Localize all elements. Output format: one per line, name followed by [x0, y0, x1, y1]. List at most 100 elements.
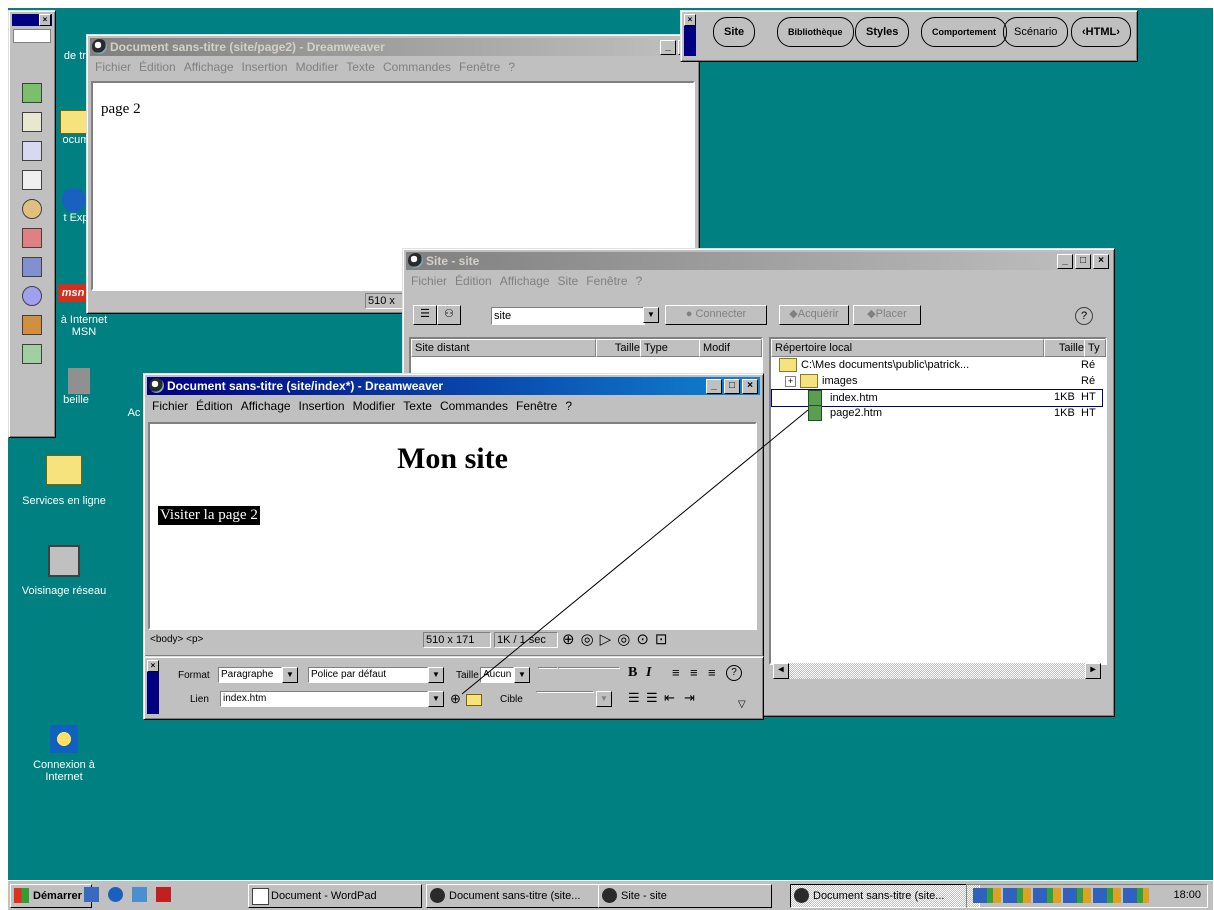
expand-arrow-icon[interactable]: ▽: [738, 699, 746, 710]
menu-fichier[interactable]: Fichier: [411, 274, 447, 288]
close-button[interactable]: ×: [1093, 254, 1109, 269]
align-right-icon[interactable]: ≡: [708, 665, 716, 680]
document-canvas[interactable]: Mon site Visiter la page 2: [148, 422, 757, 630]
column-header-local[interactable]: Répertoire local: [771, 339, 1044, 357]
library-mini-icon[interactable]: ◎: [581, 631, 600, 648]
html-mini-icon[interactable]: ⊡: [655, 631, 674, 648]
menu-insertion[interactable]: Insertion: [299, 399, 345, 413]
file-row-page2[interactable]: page2.htm: [771, 405, 1071, 422]
ordered-list-icon[interactable]: ☰: [646, 690, 658, 706]
site-files-view-button[interactable]: ☰: [413, 305, 437, 325]
point-to-file-icon[interactable]: ⊕: [450, 691, 461, 707]
menu-help[interactable]: ?: [508, 60, 515, 74]
launcher-behaviors-button[interactable]: Comportement: [921, 17, 1008, 47]
close-button[interactable]: ×: [742, 379, 758, 394]
minimize-button[interactable]: _: [660, 40, 676, 55]
styles-mini-icon[interactable]: ▷: [600, 631, 618, 648]
maximize-button[interactable]: □: [1075, 254, 1091, 269]
column-header-type[interactable]: Type: [640, 339, 700, 357]
menu-commandes[interactable]: Commandes: [383, 60, 451, 74]
color-swatch[interactable]: [538, 667, 558, 669]
behaviors-mini-icon[interactable]: ◎: [617, 631, 636, 648]
launcher-timeline-button[interactable]: Scénario: [1003, 17, 1069, 47]
help-icon[interactable]: ?: [726, 665, 742, 681]
close-icon[interactable]: ×: [147, 660, 159, 672]
help-button[interactable]: ?: [1075, 307, 1093, 325]
table-icon[interactable]: [22, 112, 42, 132]
taskbar-button-doc-page2[interactable]: Document sans-titre (site...: [426, 884, 616, 908]
taskbar-button-doc-index[interactable]: Document sans-titre (site...: [790, 884, 980, 908]
menu-help[interactable]: ?: [636, 274, 643, 288]
timeline-mini-icon[interactable]: ⊙: [636, 631, 655, 648]
menu-commandes[interactable]: Commandes: [440, 399, 508, 413]
menu-modifier[interactable]: Modifier: [296, 60, 339, 74]
unordered-list-icon[interactable]: ☰: [628, 690, 640, 706]
menu-affichage[interactable]: Affichage: [184, 60, 234, 74]
menu-insertion[interactable]: Insertion: [242, 60, 288, 74]
menu-fichier[interactable]: Fichier: [152, 399, 188, 413]
titlebar[interactable]: Site - site: [406, 252, 1111, 270]
titlebar[interactable]: Document sans-titre (site/index*) - Drea…: [147, 377, 760, 395]
get-button[interactable]: ◆Acquérir: [779, 305, 849, 325]
menu-edition[interactable]: Édition: [455, 274, 492, 288]
internet-explorer-icon[interactable]: [108, 887, 123, 902]
menu-edition[interactable]: Édition: [139, 60, 176, 74]
italic-button[interactable]: I: [646, 665, 651, 681]
image-icon[interactable]: [22, 83, 42, 103]
menu-help[interactable]: ?: [565, 399, 572, 413]
titlebar[interactable]: Document sans-titre (site/page2) - Dream…: [90, 38, 696, 56]
menu-affichage[interactable]: Affichage: [500, 274, 550, 288]
minimize-button[interactable]: _: [1057, 254, 1073, 269]
local-files-pane[interactable]: Répertoire local Taille Ty C:\Mes docume…: [769, 337, 1107, 665]
frame-icon[interactable]: [22, 170, 42, 190]
file-row-root[interactable]: C:\Mes documents\public\patrick...: [779, 357, 1099, 373]
column-header-type[interactable]: Ty: [1084, 339, 1106, 357]
close-icon[interactable]: ×: [684, 14, 696, 26]
menu-fichier[interactable]: Fichier: [95, 60, 131, 74]
launcher-html-button[interactable]: ‹HTML›: [1071, 17, 1131, 47]
outlook-express-icon[interactable]: [84, 887, 99, 902]
java-applet-icon[interactable]: [22, 199, 42, 219]
layer-icon[interactable]: [22, 141, 42, 161]
menu-fenetre[interactable]: Fenêtre: [586, 274, 627, 288]
target-select[interactable]: [536, 691, 594, 693]
maximize-button[interactable]: □: [724, 379, 740, 394]
outdent-icon[interactable]: ⇤: [664, 690, 675, 706]
taskbar-button-wordpad[interactable]: Document - WordPad: [248, 884, 422, 908]
fireworks-icon[interactable]: [22, 344, 42, 364]
font-select[interactable]: Police par défaut: [308, 667, 428, 683]
tag-selector[interactable]: <body> <p>: [150, 634, 203, 645]
site-select[interactable]: site: [491, 307, 645, 325]
indent-icon[interactable]: ⇥: [684, 690, 695, 706]
chevron-down-icon[interactable]: ▼: [596, 691, 612, 707]
scroll-left-arrow[interactable]: ◂: [773, 663, 789, 679]
desktop-icon-partial-2[interactable]: Ac: [124, 407, 144, 419]
page-link-selected[interactable]: Visiter la page 2: [158, 506, 260, 525]
menu-modifier[interactable]: Modifier: [353, 399, 396, 413]
desktop-icon-online-services[interactable]: Services en ligne: [14, 455, 114, 507]
format-select[interactable]: Paragraphe: [218, 667, 282, 683]
chevron-down-icon[interactable]: ▼: [643, 307, 659, 323]
taskbar-button-site[interactable]: Site - site: [598, 884, 772, 908]
menu-fenetre[interactable]: Fenêtre: [459, 60, 500, 74]
column-header-remote[interactable]: Site distant: [411, 339, 596, 357]
window-size-readout[interactable]: 510 x 171: [423, 632, 491, 648]
expand-icon[interactable]: +: [785, 376, 796, 387]
column-header-modified[interactable]: Modif: [699, 339, 762, 357]
bold-button[interactable]: B: [628, 665, 637, 681]
menu-texte[interactable]: Texte: [403, 399, 432, 413]
put-button[interactable]: ◆Placer: [853, 305, 921, 325]
plugin-icon[interactable]: [22, 257, 42, 277]
align-center-icon[interactable]: ≡: [690, 665, 698, 680]
menu-fenetre[interactable]: Fenêtre: [516, 399, 557, 413]
launcher-library-button[interactable]: Bibliothèque: [777, 17, 854, 47]
scroll-right-arrow[interactable]: ▸: [1085, 663, 1101, 679]
desktop-icon-network[interactable]: Voisinage réseau: [14, 545, 114, 597]
close-icon[interactable]: ×: [39, 14, 51, 26]
show-desktop-icon[interactable]: [156, 887, 171, 902]
objects-category-dropdown[interactable]: [13, 29, 51, 43]
site-map-view-button[interactable]: ⚇: [437, 305, 461, 325]
document-window-index[interactable]: Document sans-titre (site/index*) - Drea…: [143, 373, 764, 657]
chevron-down-icon[interactable]: ▼: [514, 667, 530, 683]
desktop-icon-internet-connection[interactable]: Connexion à Internet: [14, 725, 114, 783]
